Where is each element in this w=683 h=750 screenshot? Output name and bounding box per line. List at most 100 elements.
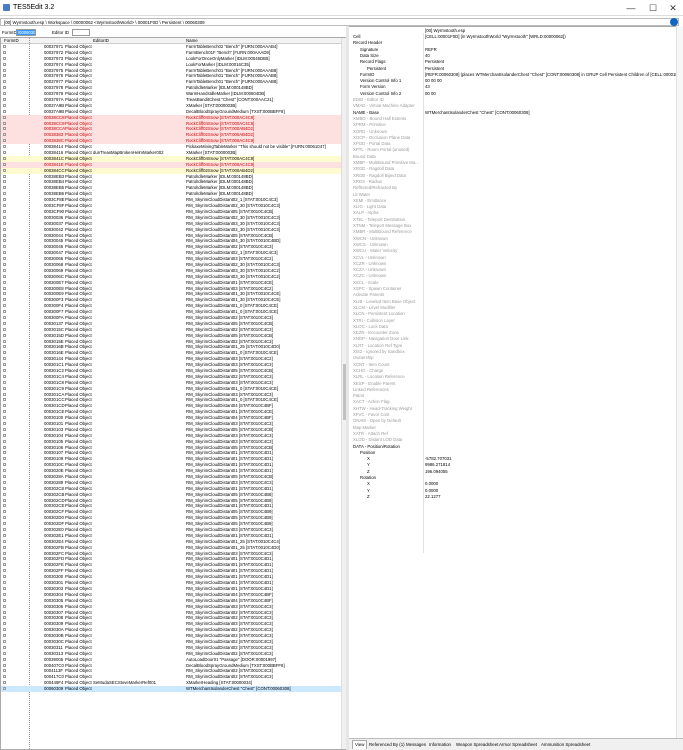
row-checkbox[interactable] — [3, 475, 6, 479]
row-checkbox[interactable] — [3, 92, 6, 96]
row-checkbox[interactable] — [3, 516, 6, 520]
row-checkbox[interactable] — [3, 156, 6, 160]
minimize-button[interactable]: — — [623, 2, 639, 14]
row-checkbox[interactable] — [3, 675, 6, 679]
row-checkbox[interactable] — [3, 351, 6, 355]
row-checkbox[interactable] — [3, 463, 6, 467]
row-checkbox[interactable] — [3, 539, 6, 543]
row-checkbox[interactable] — [3, 180, 6, 184]
field-value[interactable]: 22.1277 — [425, 494, 683, 500]
row-checkbox[interactable] — [3, 504, 6, 508]
row-checkbox[interactable] — [3, 192, 6, 196]
row-checkbox[interactable] — [3, 357, 6, 361]
row-checkbox[interactable] — [3, 333, 6, 337]
row-checkbox[interactable] — [3, 575, 6, 579]
row-checkbox[interactable] — [3, 433, 6, 437]
record-view[interactable]: [00] Wyrmstooth.esp Cell [CELL:00001F0D] … — [349, 26, 683, 738]
row-checkbox[interactable] — [3, 162, 6, 166]
row-checkbox[interactable] — [3, 245, 6, 249]
row-checkbox[interactable] — [3, 257, 6, 261]
row-checkbox[interactable] — [3, 198, 6, 202]
row-checkbox[interactable] — [3, 310, 6, 314]
row-checkbox[interactable] — [3, 398, 6, 402]
record-path-bar[interactable]: [00] Wyrmstooth.esp \ Workspace \ 000000… — [0, 18, 679, 26]
row-checkbox[interactable] — [3, 392, 6, 396]
record-view-scrollbar[interactable] — [676, 26, 683, 738]
row-checkbox[interactable] — [3, 645, 6, 649]
row-checkbox[interactable] — [3, 639, 6, 643]
row-checkbox[interactable] — [3, 622, 6, 626]
row-checkbox[interactable] — [3, 145, 6, 149]
row-checkbox[interactable] — [3, 598, 6, 602]
row-checkbox[interactable] — [3, 98, 6, 102]
row-checkbox[interactable] — [3, 168, 6, 172]
row-checkbox[interactable] — [3, 321, 6, 325]
row-checkbox[interactable] — [3, 227, 6, 231]
row-checkbox[interactable] — [3, 457, 6, 461]
row-checkbox[interactable] — [3, 127, 6, 131]
row-checkbox[interactable] — [3, 451, 6, 455]
tab-armor-spreadsheet[interactable]: Armor Spreadsheet — [499, 741, 537, 748]
row-checkbox[interactable] — [3, 657, 6, 661]
row-checkbox[interactable] — [3, 292, 6, 296]
row-checkbox[interactable] — [3, 581, 6, 585]
row-checkbox[interactable] — [3, 486, 6, 490]
row-checkbox[interactable] — [3, 498, 6, 502]
record-row[interactable]: 00060309 Placed Object WTMerchantIsolander… — [1, 686, 346, 692]
row-checkbox[interactable] — [3, 239, 6, 243]
row-checkbox[interactable] — [3, 315, 6, 319]
row-checkbox[interactable] — [3, 492, 6, 496]
row-checkbox[interactable] — [3, 339, 6, 343]
row-checkbox[interactable] — [3, 663, 6, 667]
tab-ammunition-spreadsheet[interactable]: Ammunition Spreadsheet — [541, 741, 590, 748]
row-checkbox[interactable] — [3, 404, 6, 408]
row-checkbox[interactable] — [3, 86, 6, 90]
row-checkbox[interactable] — [3, 286, 6, 290]
row-checkbox[interactable] — [3, 80, 6, 84]
row-checkbox[interactable] — [3, 439, 6, 443]
row-checkbox[interactable] — [3, 298, 6, 302]
row-checkbox[interactable] — [3, 62, 6, 66]
row-checkbox[interactable] — [3, 422, 6, 425]
tab-view[interactable]: View — [352, 740, 368, 749]
row-checkbox[interactable] — [3, 563, 6, 567]
row-checkbox[interactable] — [3, 522, 6, 526]
tab-referenced-by-1[interactable]: Referenced By (1) — [369, 741, 405, 748]
row-checkbox[interactable] — [3, 74, 6, 78]
row-checkbox[interactable] — [3, 268, 6, 272]
row-checkbox[interactable] — [3, 186, 6, 190]
row-checkbox[interactable] — [3, 681, 6, 685]
row-checkbox[interactable] — [3, 368, 6, 372]
row-checkbox[interactable] — [3, 139, 6, 143]
row-checkbox[interactable] — [3, 687, 6, 691]
row-checkbox[interactable] — [3, 204, 6, 208]
row-checkbox[interactable] — [3, 410, 6, 414]
close-button[interactable]: ✕ — [665, 2, 681, 14]
row-checkbox[interactable] — [3, 616, 6, 620]
editorid-filter-input[interactable] — [72, 29, 90, 36]
row-checkbox[interactable] — [3, 45, 6, 48]
row-checkbox[interactable] — [3, 610, 6, 614]
row-checkbox[interactable] — [3, 121, 6, 125]
row-checkbox[interactable] — [3, 528, 6, 532]
row-checkbox[interactable] — [3, 569, 6, 573]
row-checkbox[interactable] — [3, 545, 6, 549]
row-checkbox[interactable] — [3, 151, 6, 155]
row-checkbox[interactable] — [3, 445, 6, 449]
row-checkbox[interactable] — [3, 592, 6, 596]
row-checkbox[interactable] — [3, 209, 6, 213]
row-checkbox[interactable] — [3, 327, 6, 331]
row-checkbox[interactable] — [3, 262, 6, 266]
row-checkbox[interactable] — [3, 345, 6, 349]
row-checkbox[interactable] — [3, 557, 6, 561]
row-checkbox[interactable] — [3, 427, 6, 431]
row-checkbox[interactable] — [3, 586, 6, 590]
navigate-icon[interactable] — [670, 18, 678, 26]
row-checkbox[interactable] — [3, 50, 6, 54]
row-checkbox[interactable] — [3, 551, 6, 555]
formid-filter-input[interactable]: \00060309 — [16, 29, 36, 36]
tab-weapon-spreadsheet[interactable]: Weapon Spreadsheet — [456, 741, 498, 748]
row-checkbox[interactable] — [3, 280, 6, 284]
row-checkbox[interactable] — [3, 221, 6, 225]
row-checkbox[interactable] — [3, 604, 6, 608]
